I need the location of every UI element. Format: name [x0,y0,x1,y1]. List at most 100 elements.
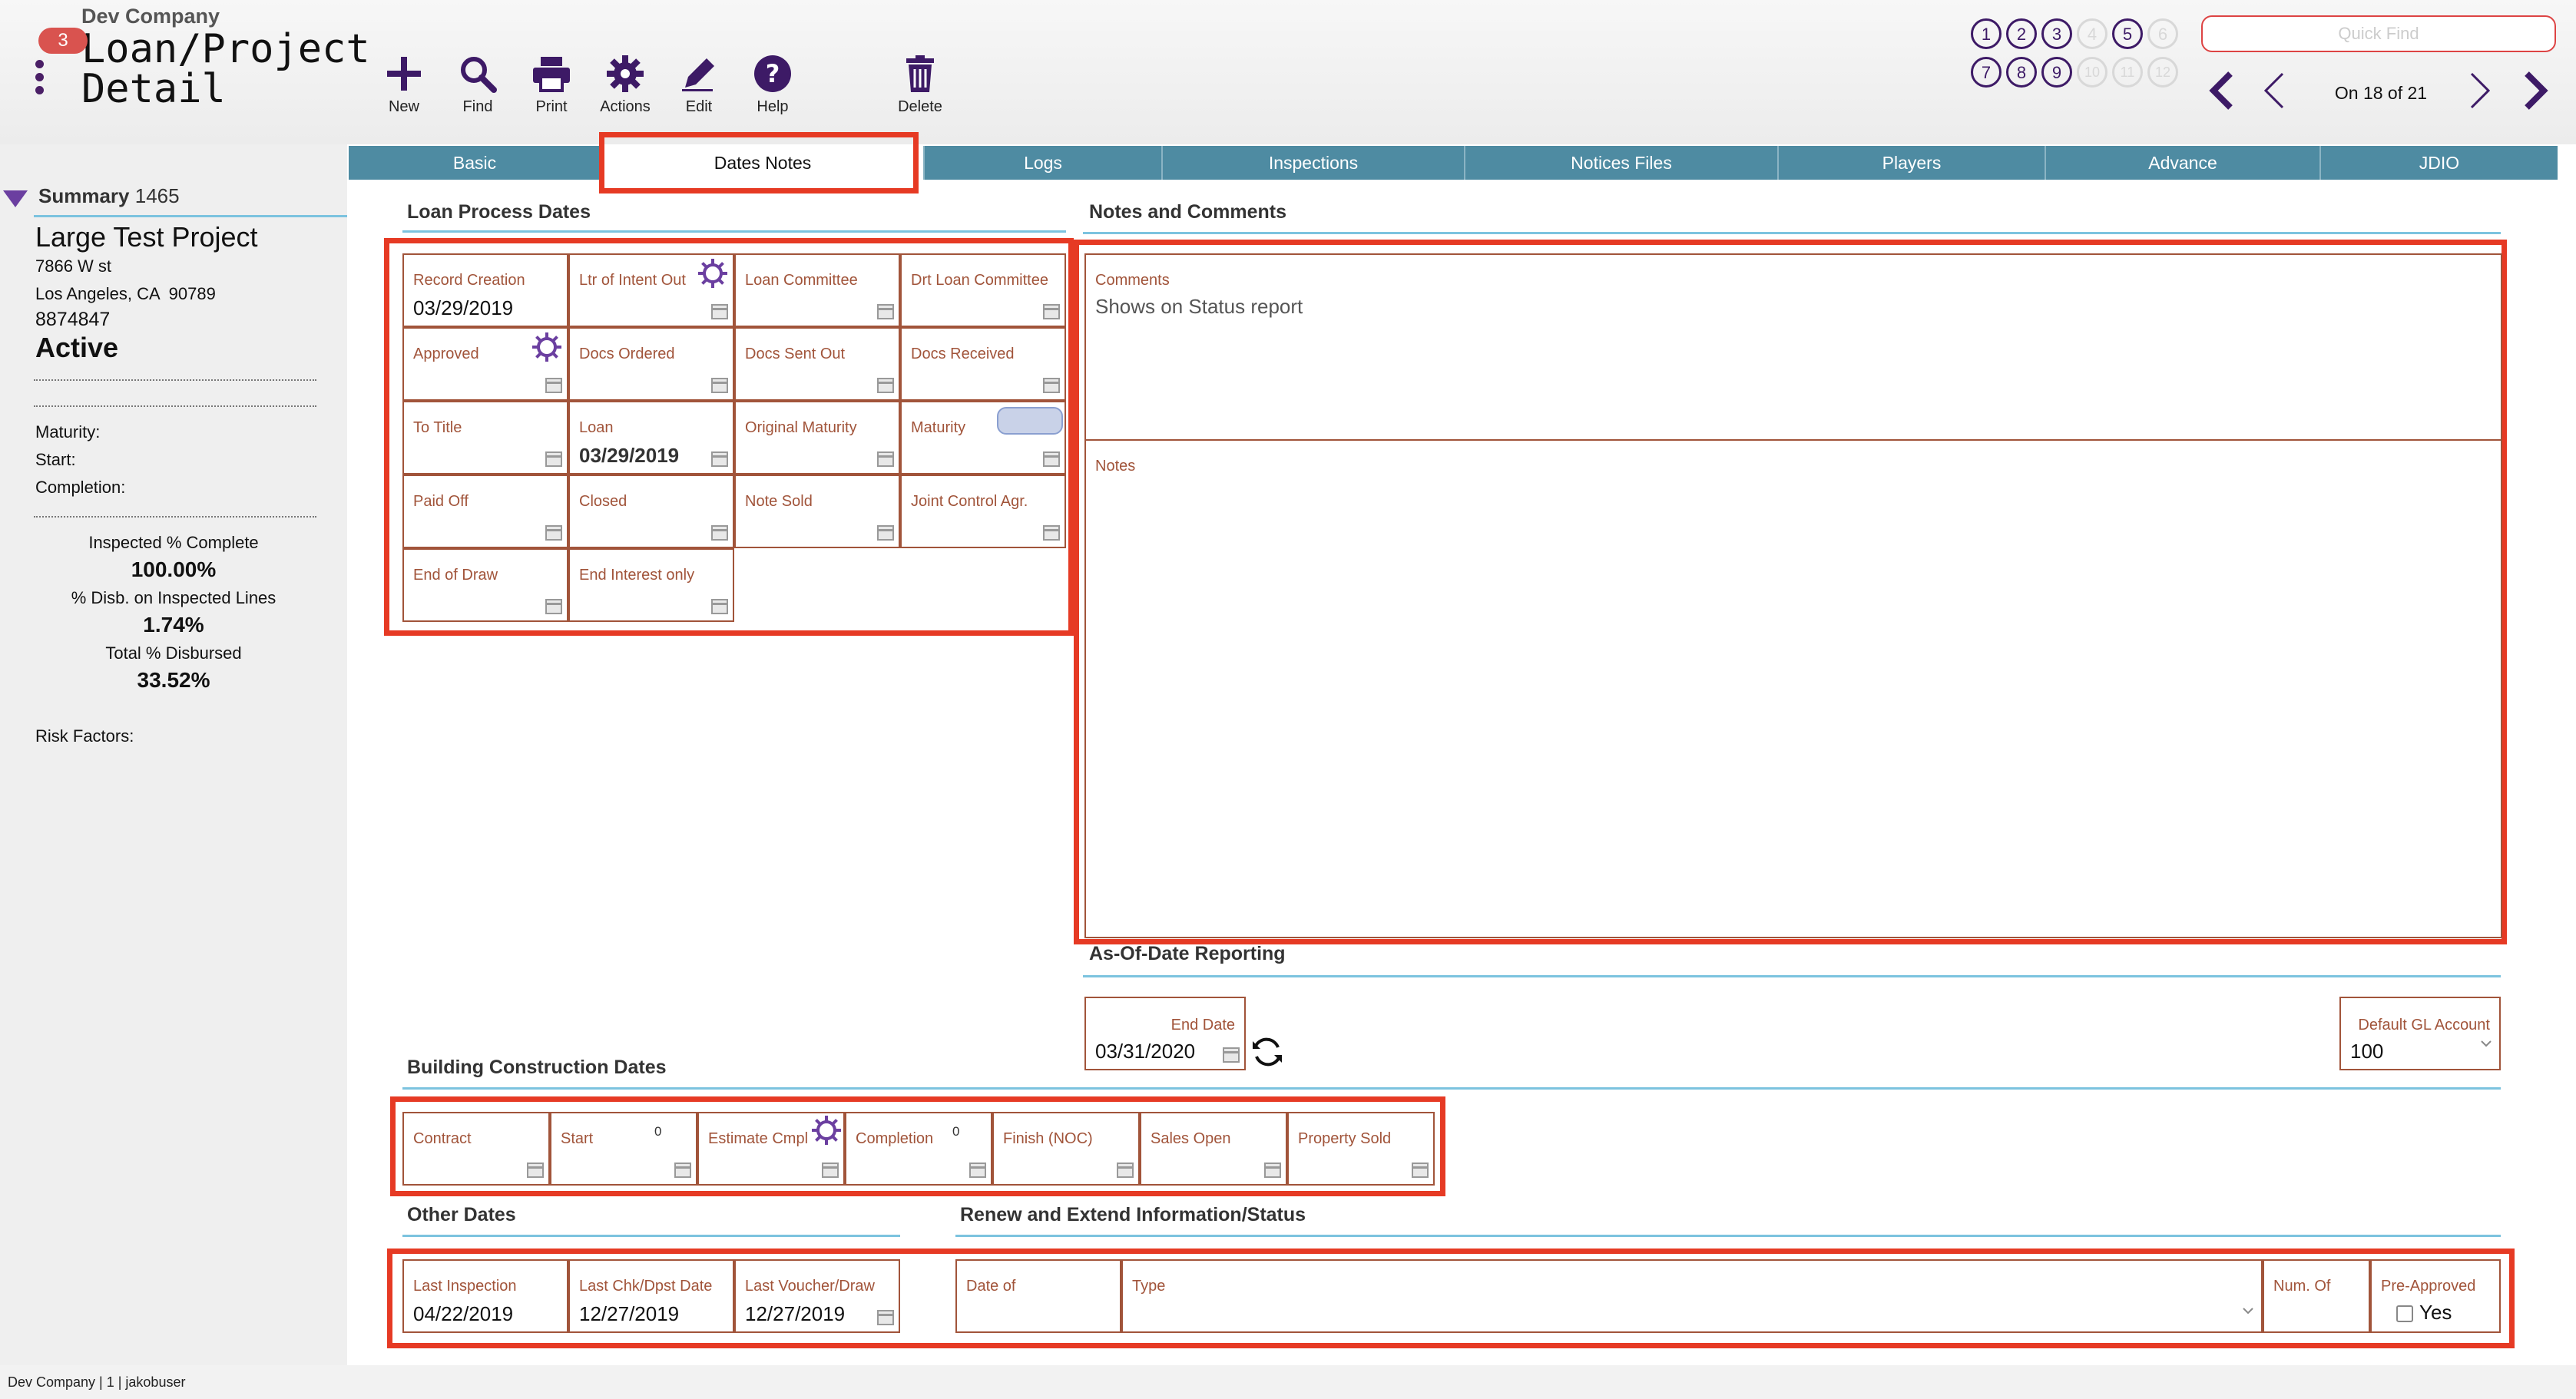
help-button[interactable]: ? Help [737,54,808,116]
to-title-field[interactable]: To Title [402,401,568,475]
completion-field[interactable]: Completion 0 [845,1112,992,1186]
calendar-icon[interactable] [674,1163,691,1178]
calendar-icon[interactable] [969,1163,986,1178]
last-chk-dpst-field[interactable]: Last Chk/Dpst Date 12/27/2019 [568,1259,734,1333]
calendar-icon[interactable] [1043,525,1060,541]
field-value[interactable]: 04/22/2019 [413,1302,513,1326]
delete-button[interactable]: Delete [885,54,955,116]
calendar-icon[interactable] [1043,378,1060,393]
calendar-icon[interactable] [545,451,562,467]
calendar-icon[interactable] [527,1163,544,1178]
estimate-gear-icon[interactable] [810,1113,843,1147]
end-interest-only-field[interactable]: End Interest only [568,548,734,622]
calendar-icon[interactable] [822,1163,839,1178]
field-value[interactable]: 03/29/2019 [413,296,513,320]
property-sold-field[interactable]: Property Sold [1287,1112,1435,1186]
quick-find-input[interactable]: Quick Find [2201,15,2556,52]
tab-players[interactable]: Players [1779,146,2046,180]
calendar-icon[interactable] [1412,1163,1429,1178]
calendar-icon[interactable] [877,525,894,541]
refresh-icon[interactable] [1250,1035,1284,1069]
find-button[interactable]: Find [442,54,513,116]
field-value[interactable]: 03/29/2019 [579,444,679,468]
calendar-icon[interactable] [877,378,894,393]
calendar-icon[interactable] [1117,1163,1134,1178]
record-shortcut-8[interactable]: 8 [2006,57,2037,88]
approved-gear-icon[interactable] [530,330,564,364]
renew-num-of-field[interactable]: Num. Of [2263,1259,2370,1333]
calendar-icon[interactable] [545,525,562,541]
tab-basic[interactable]: Basic [349,146,602,180]
calendar-icon[interactable] [877,451,894,467]
record-shortcut-7[interactable]: 7 [1971,57,2002,88]
renew-date-of-field[interactable]: Date of [955,1259,1121,1333]
gl-value[interactable]: 100 [2350,1040,2383,1063]
next-record-icon[interactable] [2462,69,2496,112]
calendar-icon[interactable] [1043,304,1060,319]
calendar-icon[interactable] [1043,451,1060,467]
ltr-intent-gear-icon[interactable] [696,256,730,290]
record-shortcut-9[interactable]: 9 [2041,57,2072,88]
pre-approved-checkbox[interactable] [2396,1305,2413,1322]
maturity-field[interactable]: Maturity [900,401,1066,475]
tab-inspections[interactable]: Inspections [1163,146,1465,180]
calendar-icon[interactable] [877,1310,894,1325]
record-shortcut-3[interactable]: 3 [2041,18,2072,49]
notification-badge[interactable]: 3 [38,28,88,54]
last-inspection-field[interactable]: Last Inspection 04/22/2019 [402,1259,568,1333]
record-shortcut-2[interactable]: 2 [2006,18,2037,49]
docs-received-field[interactable]: Docs Received [900,327,1066,401]
edit-button[interactable]: Edit [664,54,734,116]
joint-control-field[interactable]: Joint Control Agr. [900,475,1066,548]
notes-field[interactable]: Notes [1084,439,2502,938]
docs-ordered-field[interactable]: Docs Ordered [568,327,734,401]
tab-advance[interactable]: Advance [2046,146,2321,180]
original-maturity-field[interactable]: Original Maturity [734,401,900,475]
first-record-icon[interactable] [2206,69,2240,112]
collapse-triangle-icon[interactable] [3,190,28,207]
start-field[interactable]: Start 0 [550,1112,697,1186]
record-shortcut-5[interactable]: 5 [2112,18,2143,49]
field-value[interactable]: 12/27/2019 [579,1302,679,1326]
loan-committee-field[interactable]: Loan Committee [734,253,900,327]
default-gl-account-select[interactable]: Default GL Account 100 [2339,997,2501,1070]
end-date-value[interactable]: 03/31/2020 [1095,1040,1195,1063]
calendar-icon[interactable] [545,378,562,393]
tab-jdio[interactable]: JDIO [2321,146,2558,180]
calendar-icon[interactable] [711,378,728,393]
calendar-icon[interactable] [1223,1047,1240,1063]
end-date-field[interactable]: End Date 03/31/2020 [1084,997,1246,1070]
new-button[interactable]: New [369,54,439,116]
docs-sent-out-field[interactable]: Docs Sent Out [734,327,900,401]
last-record-icon[interactable] [2518,69,2551,112]
loan-date-field[interactable]: Loan 03/29/2019 [568,401,734,475]
paid-off-field[interactable]: Paid Off [402,475,568,548]
menu-icon[interactable] [35,60,46,98]
calendar-icon[interactable] [711,304,728,319]
tab-notices-files[interactable]: Notices Files [1465,146,1779,180]
calendar-icon[interactable] [545,599,562,614]
actions-button[interactable]: Actions [590,54,661,116]
end-of-draw-field[interactable]: End of Draw [402,548,568,622]
maturity-toggle[interactable] [997,407,1063,435]
print-button[interactable]: Print [516,54,587,116]
calendar-icon[interactable] [711,525,728,541]
calendar-icon[interactable] [1264,1163,1281,1178]
previous-record-icon[interactable] [2258,69,2292,112]
contract-field[interactable]: Contract [402,1112,550,1186]
note-sold-field[interactable]: Note Sold [734,475,900,548]
record-shortcut-1[interactable]: 1 [1971,18,2002,49]
calendar-icon[interactable] [877,304,894,319]
calendar-icon[interactable] [711,451,728,467]
drt-loan-committee-field[interactable]: Drt Loan Committee [900,253,1066,327]
record-creation-field[interactable]: Record Creation 03/29/2019 [402,253,568,327]
renew-type-select[interactable]: Type [1121,1259,2263,1333]
last-voucher-draw-field[interactable]: Last Voucher/Draw 12/27/2019 [734,1259,900,1333]
comments-field[interactable]: Comments Shows on Status report [1084,253,2502,441]
sales-open-field[interactable]: Sales Open [1140,1112,1287,1186]
field-value[interactable]: 12/27/2019 [745,1302,845,1326]
calendar-icon[interactable] [711,599,728,614]
tab-logs[interactable]: Logs [925,146,1163,180]
closed-field[interactable]: Closed [568,475,734,548]
comments-value[interactable]: Shows on Status report [1095,295,1303,319]
